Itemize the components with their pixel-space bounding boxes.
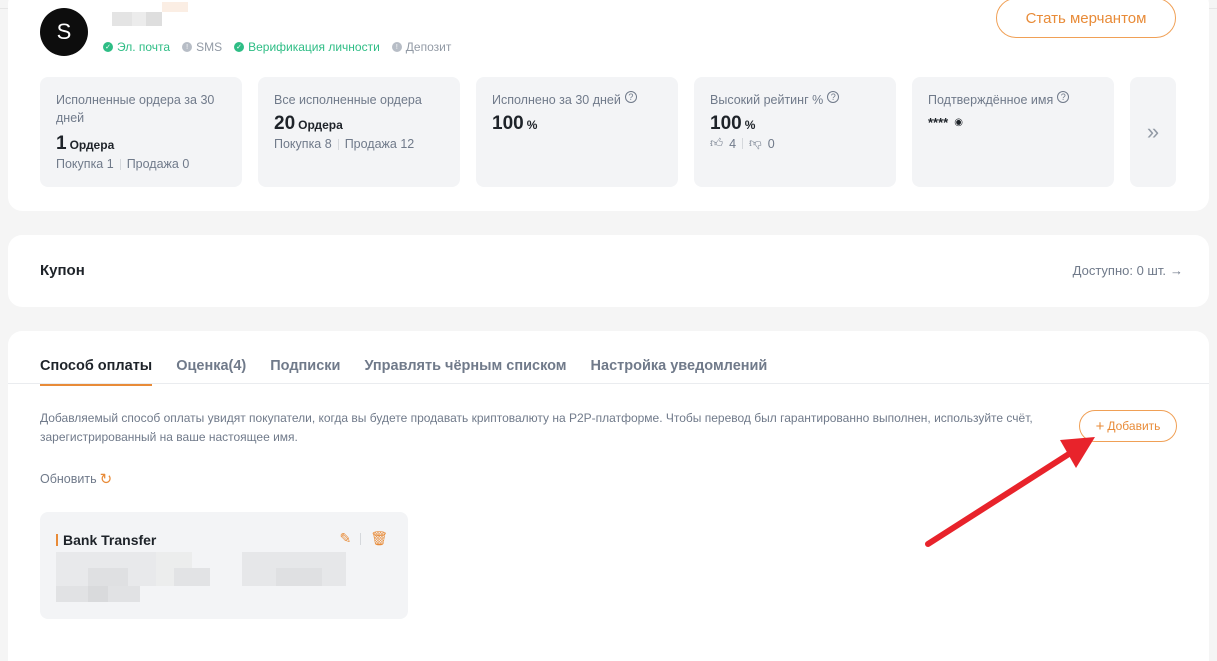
payment-description: Добавляемый способ оплаты увидят покупат… xyxy=(40,411,1033,444)
profile-card: S ✓ Эл. почта ! SMS ✓ Верификация личности … xyxy=(8,0,1209,211)
add-payment-button[interactable]: + Добавить xyxy=(1079,410,1177,442)
refresh-button[interactable]: Обновить ↻ xyxy=(40,470,112,488)
trash-icon[interactable]: 🗑︎ xyxy=(370,530,388,547)
verif-sms: ! SMS xyxy=(182,40,222,54)
thumbs-up-icon: 👍︎ xyxy=(710,136,724,150)
stat-value: 100 xyxy=(710,113,742,134)
coupon-card: Купон Доступно: 0 шт. → xyxy=(8,235,1209,307)
check-icon: ✓ xyxy=(103,42,113,52)
tab-divider xyxy=(8,383,1209,384)
tab-reviews[interactable]: Оценка(4) xyxy=(176,358,246,386)
avatar-letter: S xyxy=(56,19,72,44)
stat-orders-all: Все исполненные ордера 20 Ордера Покупка … xyxy=(258,77,460,187)
verified-name-value: **** xyxy=(928,115,949,130)
verif-deposit: ! Депозит xyxy=(391,40,451,54)
verification-list: ✓ Эл. почта ! SMS ✓ Верификация личности ! Д… xyxy=(103,40,451,54)
username-blurred xyxy=(104,0,194,26)
payment-methods-card: Способ оплаты Оценка(4) Подписки Управля… xyxy=(8,331,1209,661)
stat-label: Высокий рейтинг % xyxy=(710,93,824,107)
stat-orders-30d: Исполненные ордера за 30 дней 1 Ордера По… xyxy=(40,77,242,187)
coupon-title: Купон xyxy=(40,262,85,279)
arrow-right-icon: → xyxy=(1170,263,1183,278)
stat-rating: Высокий рейтинг %? 100% 👍︎ 4 👎︎ 0 xyxy=(694,77,896,187)
double-chevron-right-icon[interactable]: » xyxy=(1130,77,1176,187)
stat-value: 1 xyxy=(56,133,67,154)
stat-label: Исполнено за 30 дней xyxy=(492,93,621,107)
help-icon[interactable]: ? xyxy=(1057,91,1070,103)
payment-method-actions: ✎ 🗑︎ xyxy=(339,530,388,547)
eye-off-icon[interactable]: ◉ xyxy=(954,117,963,128)
tab-payment-method[interactable]: Способ оплаты xyxy=(40,358,153,386)
stat-value: 20 xyxy=(274,113,296,134)
become-merchant-button[interactable]: Стать мерчантом xyxy=(996,0,1176,38)
stat-value: 100 xyxy=(492,113,524,134)
refresh-icon: ↻ xyxy=(99,471,113,488)
stat-label: Исполненные ордера за 30 дней xyxy=(56,93,215,125)
help-icon[interactable]: ? xyxy=(827,91,840,103)
payment-method-card: Bank Transfer ✎ 🗑︎ xyxy=(40,512,408,619)
verif-identity: ✓ Верификация личности xyxy=(234,40,380,54)
verif-email: ✓ Эл. почта xyxy=(103,40,170,54)
thumbs-down-icon: 👎︎ xyxy=(749,136,762,150)
tab-blacklist[interactable]: Управлять чёрным списком xyxy=(364,358,566,386)
edit-icon[interactable]: ✎ xyxy=(339,530,351,547)
plus-icon: + xyxy=(1095,417,1105,435)
tab-subscriptions[interactable]: Подписки xyxy=(270,358,340,386)
info-icon: ! xyxy=(182,42,193,52)
avatar[interactable]: S xyxy=(40,8,88,56)
coupon-available-link[interactable]: Доступно: 0 шт. → xyxy=(1073,263,1183,278)
settings-tabs: Способ оплаты Оценка(4) Подписки Управля… xyxy=(40,358,767,386)
check-icon: ✓ xyxy=(234,42,245,52)
stat-completion-rate: Исполнено за 30 дней? 100% xyxy=(476,77,678,187)
help-icon[interactable]: ? xyxy=(624,91,637,103)
stat-label: Все исполненные ордера xyxy=(274,93,422,107)
stat-verified-name: Подтверждённое имя? **** ◉ xyxy=(912,77,1114,187)
stat-label: Подтверждённое имя xyxy=(928,93,1054,107)
tab-notifications[interactable]: Настройка уведомлений xyxy=(591,358,768,386)
payment-method-name: Bank Transfer xyxy=(56,532,156,548)
info-icon: ! xyxy=(391,42,402,52)
